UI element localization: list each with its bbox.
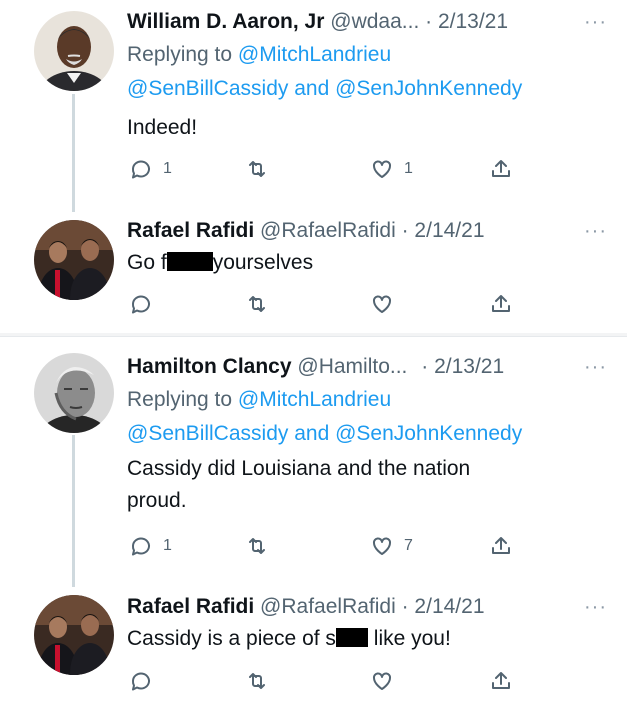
tweet-text-line: proud. — [127, 489, 187, 512]
mentions-line[interactable]: @SenBillCassidy and @SenJohnKennedy — [127, 72, 607, 106]
avatar[interactable] — [34, 595, 114, 675]
thread-1: William D. Aaron, Jr @wdaa... · 2/13/21 … — [0, 0, 627, 333]
retweet-button[interactable] — [245, 289, 269, 319]
reply-button[interactable] — [129, 666, 153, 696]
avatar[interactable] — [34, 11, 114, 91]
share-icon — [492, 160, 510, 177]
retweet-button[interactable] — [245, 666, 269, 696]
tweet-text: Indeed! — [127, 116, 198, 139]
tweet-actions — [127, 666, 527, 696]
thread-2: Hamilton Clancy @Hamilto... · 2/13/21 ··… — [0, 336, 627, 707]
reply-button[interactable]: 1 — [129, 531, 172, 561]
author-name[interactable]: Rafael Rafidi — [127, 595, 254, 618]
tweet-header: Rafael Rafidi @RafaelRafidi · 2/14/21 ··… — [127, 591, 607, 623]
like-count: 1 — [404, 160, 413, 177]
like-button[interactable] — [370, 289, 394, 319]
tweet-actions: 1 7 — [127, 531, 527, 561]
heart-icon — [373, 537, 391, 555]
avatar-hamilton-clancy-image — [34, 353, 114, 433]
redaction-bar — [335, 628, 368, 647]
replying-to-line: Replying to @MitchLandrieu — [127, 383, 607, 417]
reply-icon — [131, 295, 150, 314]
tweet-text: Go f yourselves — [127, 247, 607, 279]
share-button[interactable] — [489, 531, 513, 561]
tweet-actions — [127, 289, 527, 319]
reply-icon — [131, 160, 150, 179]
avatar-rafael-rafidi-image — [34, 220, 114, 300]
share-icon — [492, 295, 510, 312]
like-button[interactable] — [370, 666, 394, 696]
retweet-button[interactable] — [245, 154, 269, 184]
share-button[interactable] — [489, 666, 513, 696]
more-options-icon[interactable]: ··· — [584, 351, 607, 383]
tweet-rafael-rafidi-1[interactable]: Rafael Rafidi @RafaelRafidi · 2/14/21 ··… — [0, 205, 627, 333]
tweet-text-part: like you! — [367, 627, 451, 650]
tweet-text: Cassidy is a piece of s like you! — [127, 623, 607, 655]
share-button[interactable] — [489, 289, 513, 319]
mention-link[interactable]: @MitchLandrieu — [238, 43, 391, 66]
avatar[interactable] — [34, 220, 114, 300]
tweet-date[interactable]: · 2/14/21 — [402, 595, 485, 618]
tweet-text-line: Cassidy did Louisiana and the nation — [127, 457, 471, 480]
heart-icon — [373, 295, 391, 313]
like-button[interactable]: 1 — [370, 154, 413, 184]
like-button[interactable]: 7 — [370, 531, 413, 561]
mention-link[interactable]: @MitchLandrieu — [238, 388, 391, 411]
avatar-william-aaron-image — [34, 11, 114, 91]
retweet-button[interactable] — [245, 531, 269, 561]
tweet-rafael-rafidi-2[interactable]: Rafael Rafidi @RafaelRafidi · 2/14/21 ··… — [0, 577, 627, 707]
retweet-icon — [249, 538, 265, 554]
reply-icon — [131, 672, 150, 691]
tweet-text-part: Go f — [127, 251, 167, 274]
tweet-actions: 1 1 — [127, 154, 527, 184]
tweet-header: Hamilton Clancy @Hamilto... · 2/13/21 ··… — [127, 351, 607, 383]
heart-icon — [373, 160, 391, 178]
redaction-bar — [166, 252, 213, 271]
retweet-icon — [249, 296, 265, 312]
tweet-text: Cassidy did Louisiana and the nation pro… — [127, 453, 607, 517]
share-icon — [492, 537, 510, 554]
author-name[interactable]: William D. Aaron, Jr — [127, 10, 324, 33]
tweet-hamilton-clancy[interactable]: Hamilton Clancy @Hamilto... · 2/13/21 ··… — [0, 337, 627, 577]
more-options-icon[interactable]: ··· — [584, 215, 607, 247]
author-name[interactable]: Hamilton Clancy — [127, 355, 292, 378]
reply-button[interactable]: 1 — [129, 154, 172, 184]
share-icon — [492, 672, 510, 689]
author-name[interactable]: Rafael Rafidi — [127, 219, 254, 242]
author-handle[interactable]: @RafaelRafidi — [260, 595, 396, 618]
mentions-line[interactable]: @SenBillCassidy and @SenJohnKennedy — [127, 417, 607, 451]
avatar[interactable] — [34, 353, 114, 433]
avatar-rafael-rafidi-image — [34, 595, 114, 675]
reply-icon — [131, 537, 150, 556]
tweet-header: Rafael Rafidi @RafaelRafidi · 2/14/21 ··… — [127, 215, 607, 247]
tweet-text-part: yourselves — [212, 251, 314, 274]
tweet-date[interactable]: · 2/13/21 — [421, 355, 504, 378]
reply-count: 1 — [163, 160, 172, 177]
tweet-william-aaron[interactable]: William D. Aaron, Jr @wdaa... · 2/13/21 … — [0, 0, 627, 205]
more-options-icon[interactable]: ··· — [584, 6, 607, 38]
author-handle[interactable]: @RafaelRafidi — [260, 219, 396, 242]
tweet-date[interactable]: · 2/14/21 — [402, 219, 485, 242]
heart-icon — [373, 672, 391, 690]
replying-to-label: Replying to — [127, 43, 233, 66]
replying-to-line: Replying to @MitchLandrieu — [127, 38, 607, 72]
author-handle[interactable]: @Hamilto... — [297, 355, 407, 378]
reply-count: 1 — [163, 537, 172, 554]
more-options-icon[interactable]: ··· — [584, 591, 607, 623]
tweet-header: William D. Aaron, Jr @wdaa... · 2/13/21 … — [127, 6, 607, 38]
retweet-icon — [249, 673, 265, 689]
share-button[interactable] — [489, 154, 513, 184]
replying-to-label: Replying to — [127, 388, 233, 411]
like-count: 7 — [404, 537, 413, 554]
tweet-text-part: Cassidy is a piece of s — [127, 627, 336, 650]
tweet-date[interactable]: · 2/13/21 — [425, 10, 508, 33]
reply-button[interactable] — [129, 289, 153, 319]
author-handle[interactable]: @wdaa... — [330, 10, 419, 33]
retweet-icon — [249, 161, 265, 177]
